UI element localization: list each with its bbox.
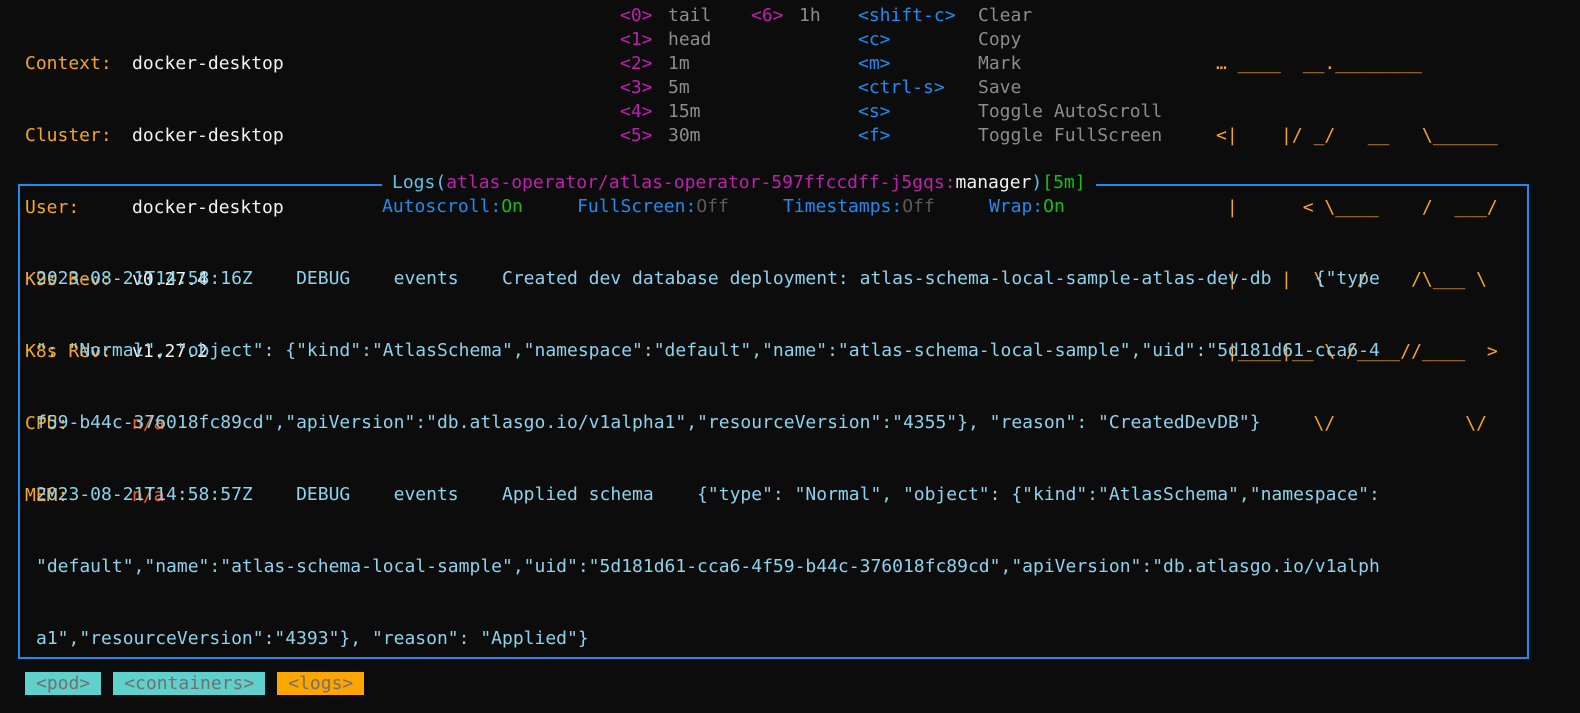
hint-action: Toggle AutoScroll <box>978 101 1163 122</box>
breadcrumb: <pod> <containers> <logs> <box>25 672 365 695</box>
title-close: ) <box>1031 172 1043 193</box>
hint-action: Mark <box>978 53 1022 74</box>
log-line: 2023-08-21T14:58:16Z DEBUG events Create… <box>36 268 1380 289</box>
hint-key[interactable]: <6> <box>751 4 799 28</box>
hint-action: Copy <box>978 29 1022 50</box>
crumb-logs[interactable]: <logs> <box>277 672 365 695</box>
hint-key[interactable]: <4> <box>620 100 668 124</box>
info-value: docker-desktop <box>132 53 284 74</box>
hint-key[interactable]: <2> <box>620 52 668 76</box>
autoscroll-value: On <box>501 196 523 217</box>
hint-action: 1h <box>799 5 821 26</box>
info-row-cluster: Cluster: docker-desktop <box>25 124 284 148</box>
fullscreen-value: Off <box>696 196 729 217</box>
info-label: Cluster: <box>25 125 112 146</box>
hint-action: Clear <box>978 5 1033 26</box>
hint-key[interactable]: <c> <box>858 28 978 52</box>
logo-line: <| |/ _/ __ \______ <box>1216 125 1498 146</box>
hint-key[interactable]: <m> <box>858 52 978 76</box>
hint-key[interactable]: <ctrl-s> <box>858 76 978 100</box>
title-prefix: Logs( <box>392 172 447 193</box>
hint-action: 5m <box>668 77 690 98</box>
crumb-pod[interactable]: <pod> <box>25 672 102 695</box>
log-line: ": "Normal", "object": {"kind":"AtlasSch… <box>36 340 1380 361</box>
time-range-hints: <0> tail <1> head <2> 1m <3> 5m <4> 15m <5> 30… <box>620 4 711 148</box>
logs-pane-title: Logs(atlas-operator/atlas-operator-597ff… <box>382 171 1096 195</box>
hint-key[interactable]: <shift-c> <box>858 4 978 28</box>
title-container: manager <box>955 172 1032 193</box>
hint-action: 15m <box>668 101 701 122</box>
hint-action: head <box>668 29 712 50</box>
logo-line: … ____ __.________ <box>1216 53 1422 74</box>
crumb-containers[interactable]: <containers> <box>113 672 266 695</box>
wrap-label: Wrap: <box>988 196 1044 217</box>
log-line: "default","name":"atlas-schema-local-sam… <box>36 556 1380 577</box>
log-line: a1","resourceVersion":"4393"}, "reason":… <box>36 628 589 649</box>
hint-action: tail <box>668 5 712 26</box>
timestamps-label: Timestamps: <box>783 196 903 217</box>
info-label: Context: <box>25 53 112 74</box>
log-line: f59-b44c-376018fc89cd","apiVersion":"db.… <box>36 412 1261 433</box>
hint-key[interactable]: <s> <box>858 100 978 124</box>
title-pod-path: atlas-operator/atlas-operator-597ffccdff… <box>446 172 956 193</box>
info-row-context: Context: docker-desktop <box>25 52 284 76</box>
log-output[interactable]: 2023-08-21T14:58:16Z DEBUG events Create… <box>36 219 1380 675</box>
timestamps-value: Off <box>902 196 935 217</box>
log-line: 2023-08-21T14:58:57Z DEBUG events Applie… <box>36 484 1380 505</box>
wrap-value: On <box>1043 196 1065 217</box>
autoscroll-label: Autoscroll: <box>382 196 502 217</box>
hint-action: Toggle FullScreen <box>978 125 1163 146</box>
time-range-hints-extra: <6> 1h <box>751 4 821 28</box>
hint-action: Save <box>978 77 1022 98</box>
hint-key[interactable]: <3> <box>620 76 668 100</box>
log-status-line: Autoscroll:On FullScreen:Off Timestamps:… <box>382 195 1065 219</box>
hint-action: 30m <box>668 125 701 146</box>
hint-key[interactable]: <f> <box>858 124 978 148</box>
action-hints: <shift-c> Clear <c> Copy <m> Mark <ctrl-s> S… <box>858 4 1162 148</box>
hint-key[interactable]: <1> <box>620 28 668 52</box>
hint-action: 1m <box>668 53 690 74</box>
info-value: docker-desktop <box>132 125 284 146</box>
hint-key[interactable]: <0> <box>620 4 668 28</box>
hint-key[interactable]: <5> <box>620 124 668 148</box>
fullscreen-label: FullScreen: <box>577 196 697 217</box>
title-range: [5m] <box>1042 172 1086 193</box>
